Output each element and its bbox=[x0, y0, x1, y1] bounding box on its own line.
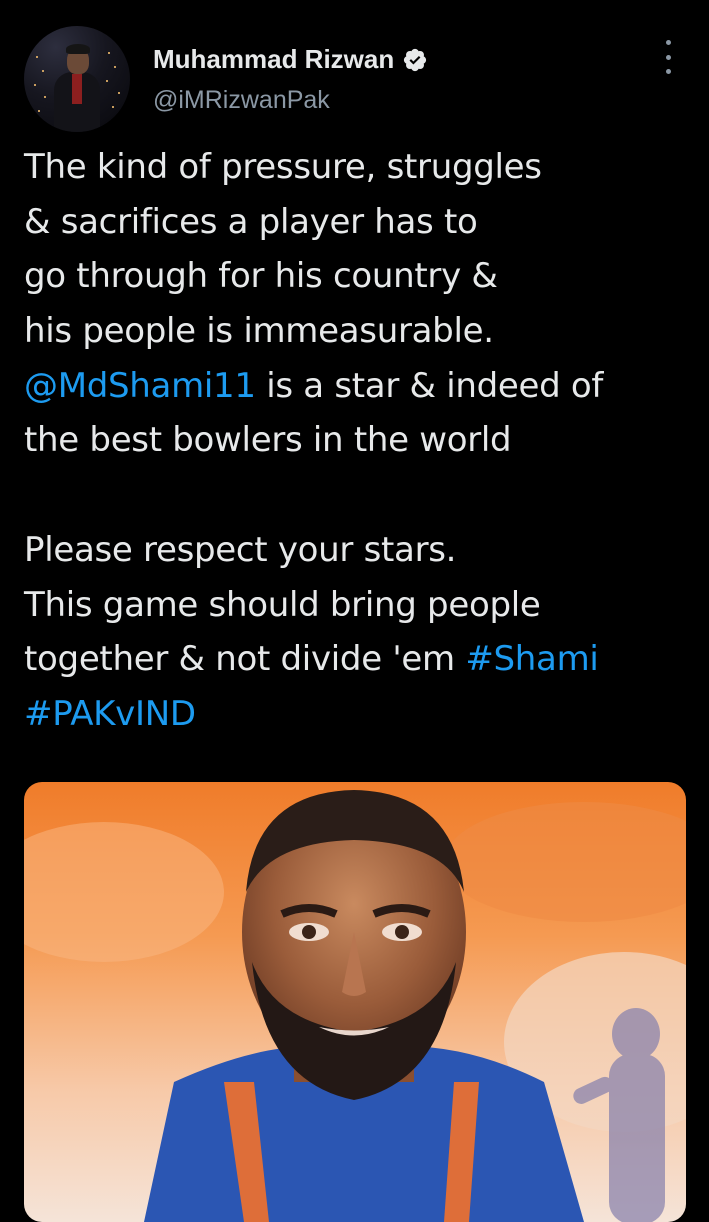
verified-badge-icon bbox=[404, 48, 427, 71]
more-options-button[interactable] bbox=[656, 40, 680, 74]
tweet-text-segment: his people is immeasurable. bbox=[24, 311, 494, 352]
tweet-text-segment: & sacrifices a player has to bbox=[24, 201, 478, 242]
tweet-text-segment: The kind of pressure, struggles bbox=[24, 147, 542, 187]
author-name[interactable]: Muhammad Rizwan bbox=[153, 44, 394, 75]
author-name-row: Muhammad Rizwan bbox=[153, 44, 428, 75]
tweet-text-segment: the best bowlers in the world bbox=[24, 420, 512, 461]
author-avatar[interactable] bbox=[24, 26, 130, 132]
tweet-text-segment: This game should bring people bbox=[24, 584, 541, 625]
tweet-text-line: @MdShami11 is a star & indeed of bbox=[24, 359, 694, 414]
hashtag-link[interactable]: #Shami bbox=[465, 639, 599, 679]
tweet-text-line: #PAKvIND bbox=[24, 687, 694, 742]
tweet-text-line: the best bowlers in the world bbox=[24, 413, 694, 468]
tweet-text-segment: go through for his country & bbox=[24, 256, 498, 297]
more-vertical-icon bbox=[665, 40, 671, 45]
tweet-text-segment: together & not divide 'em bbox=[24, 639, 466, 680]
tweet-text-line: go through for his country & bbox=[24, 249, 694, 304]
author-handle[interactable]: @iMRizwanPak bbox=[153, 86, 330, 115]
tweet-text-line: & sacrifices a player has to bbox=[24, 195, 694, 250]
tweet-image[interactable] bbox=[24, 782, 686, 1222]
mention-link[interactable]: @MdShami11 bbox=[24, 366, 256, 406]
hashtag-link[interactable]: #PAKvIND bbox=[24, 694, 196, 734]
tweet-text-segment: Please respect your stars. bbox=[24, 529, 457, 570]
tweet-text-line: Please respect your stars. bbox=[24, 523, 694, 578]
tweet-text: The kind of pressure, struggles & sacrifi… bbox=[24, 140, 694, 742]
tweet-text-line: This game should bring people bbox=[24, 578, 694, 633]
tweet-text-line: The kind of pressure, struggles bbox=[24, 140, 694, 195]
tweet-text-line: together & not divide 'em #Shami bbox=[24, 632, 694, 687]
painted-portrait-image bbox=[24, 790, 686, 1222]
tweet-text-segment: is a star & indeed of bbox=[255, 365, 604, 406]
tweet-text-line: his people is immeasurable. bbox=[24, 304, 694, 359]
